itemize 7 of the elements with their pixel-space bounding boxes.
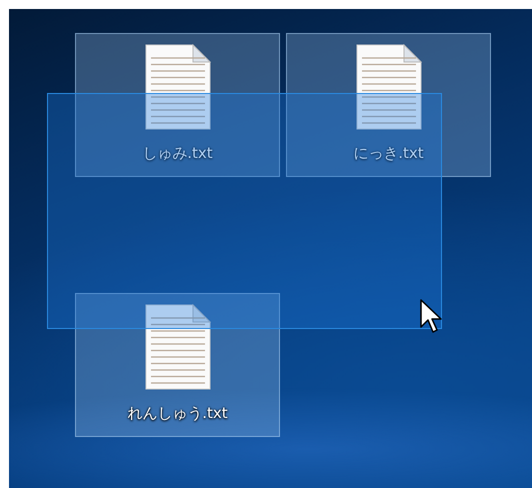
text-document-icon [144,44,210,130]
text-document-icon [356,44,422,130]
file-name: れんしゅう.txt [127,403,228,424]
file-name: しゅみ.txt [142,143,213,164]
text-document-icon [144,304,210,390]
file-name: にっき.txt [353,143,424,164]
file-icon-tile[interactable]: にっき.txt [286,33,491,177]
